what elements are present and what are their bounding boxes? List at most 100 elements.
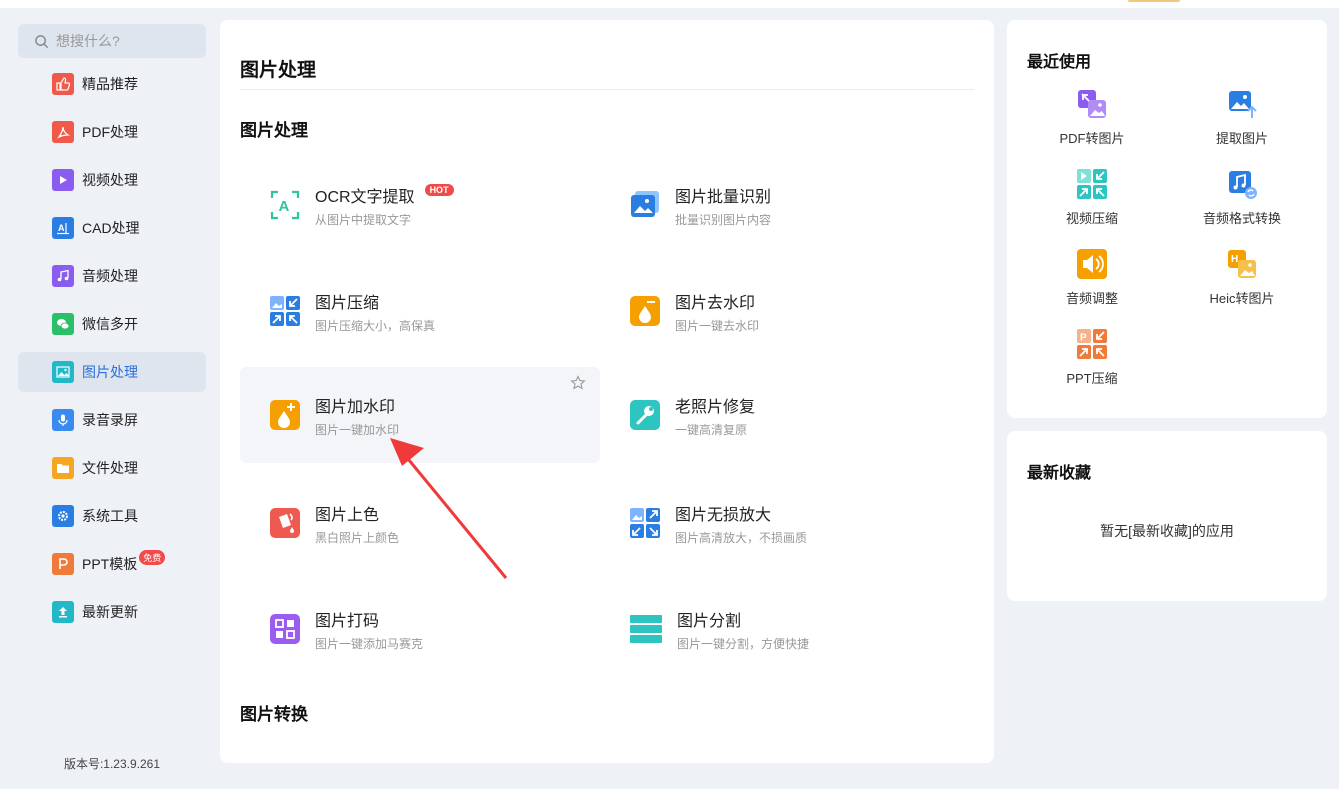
compress-icon [270,296,300,326]
sidebar-item-label: 图片处理 [82,364,138,380]
sidebar-item-label: 录音录屏 [82,412,138,428]
tile-description: 从图片中提取文字 [315,212,412,227]
tool-add-watermark[interactable]: 图片加水印 图片一键加水印 [240,367,600,463]
tile-title: 图片去水印 [675,294,756,312]
recent-item-label: 提取图片 [1215,131,1268,146]
mosaic-icon [270,614,300,644]
recent-item-audio-convert[interactable]: 音频格式转换 [1167,168,1317,227]
tool-compress[interactable]: 图片压缩 图片压缩大小，高保真 [240,263,600,359]
tool-remove-watermark[interactable]: 图片去水印 图片一键去水印 [600,263,960,359]
recent-item-video-compress[interactable]: 视频压缩 [1017,168,1167,227]
tile-description: 图片高清放大，不损画质 [675,530,808,545]
favorites-empty-text: 暂无[最新收藏]的应用 [1100,523,1234,539]
recent-item-heic[interactable]: H Heic转图片 [1167,248,1317,307]
recent-item-audio-adjust[interactable]: 音频调整 [1017,248,1167,307]
tile-description: 图片一键分割，方便快捷 [677,636,810,651]
tile-description: 图片一键添加马赛克 [315,636,424,651]
recent-title: 最近使用 [1027,54,1092,71]
sidebar-item-system[interactable]: 系统工具 [18,496,206,536]
pdf-icon [52,121,74,143]
search-input[interactable]: 想搜什么? [18,24,206,58]
search-placeholder: 想搜什么? [56,33,120,49]
tool-photo-repair[interactable]: 老照片修复 一键高清复原 [600,367,960,463]
mic-icon [52,409,74,431]
pdf-to-image-icon [1078,90,1106,118]
tile-title: 图片分割 [677,612,742,630]
svg-text:A: A [58,223,65,233]
recent-item-ppt-compress[interactable]: P PPT压缩 [1017,328,1167,387]
tool-colorize[interactable]: 图片上色 黑白照片上颜色 [240,475,600,571]
top-accent [1128,0,1180,2]
sidebar-item-video[interactable]: 视频处理 [18,160,206,200]
section-title-conversion: 图片转换 [240,705,308,724]
svg-text:H: H [1231,254,1238,265]
recent-item-label: Heic转图片 [1209,291,1275,306]
sidebar-item-label: 视频处理 [82,172,138,188]
sidebar-item-label: 文件处理 [82,460,138,476]
section-title-processing: 图片处理 [240,121,308,140]
tool-batch-recognize[interactable]: 图片批量识别 批量识别图片内容 [600,157,960,253]
sidebar-item-label: PPT模板 [82,556,138,572]
tile-title: 老照片修复 [675,398,756,416]
sidebar-item-label: CAD处理 [82,220,140,236]
cad-icon: A [52,217,74,239]
ppt-compress-icon: P [1077,329,1107,359]
sidebar-item-label: PDF处理 [82,124,138,140]
ppt-icon [52,553,74,575]
tile-title: 图片上色 [315,506,380,524]
sidebar-item-updates[interactable]: 最新更新 [18,592,206,632]
sidebar-item-ppt[interactable]: PPT模板 免费 [18,544,206,584]
sidebar-nav: 精品推荐 PDF处理 视频处理 A CAD处理 音频处理 微信多开 图片处理 录… [18,64,206,640]
tile-title: 图片无损放大 [675,506,772,524]
ocr-icon: A [270,190,300,220]
colorize-icon [270,508,300,538]
divider [240,89,974,90]
star-icon[interactable] [570,375,586,391]
svg-text:P: P [1080,333,1087,344]
recent-item-label: PDF转图片 [1059,131,1125,146]
sidebar-item-label: 精品推荐 [82,76,138,92]
sidebar-item-label: 系统工具 [82,508,138,524]
split-icon [630,614,662,644]
tile-title: 图片压缩 [315,294,380,312]
sidebar-item-file[interactable]: 文件处理 [18,448,206,488]
tool-mosaic[interactable]: 图片打码 图片一键添加马赛克 [240,581,600,677]
video-compress-icon [1077,169,1107,199]
audio-convert-icon [1229,171,1257,199]
sidebar-item-audio[interactable]: 音频处理 [18,256,206,296]
play-icon [52,169,74,191]
sidebar-item-pdf[interactable]: PDF处理 [18,112,206,152]
sidebar-item-label: 最新更新 [82,604,138,620]
sidebar-item-cad[interactable]: A CAD处理 [18,208,206,248]
sidebar-item-recommended[interactable]: 精品推荐 [18,64,206,104]
tool-split[interactable]: 图片分割 图片一键分割，方便快捷 [600,581,960,677]
recent-panel: 最近使用 PDF转图片 提取图片 视频压缩 音频格式转换 音频调整 H Heic… [1007,20,1327,418]
image-icon [52,361,74,383]
recent-item-label: 音频格式转换 [1202,211,1281,226]
main-panel: 图片处理 图片处理 A OCR文字提取 HOT 从图片中提取文字 图片批量识别 批… [220,20,994,763]
tool-upscale[interactable]: 图片无损放大 图片高清放大，不损画质 [600,475,960,571]
sidebar-item-wechat[interactable]: 微信多开 [18,304,206,344]
recent-item-extract-image[interactable]: 提取图片 [1167,88,1317,147]
sidebar-item-label: 微信多开 [82,316,138,332]
svg-text:A: A [279,198,290,215]
page-title: 图片处理 [240,60,317,81]
photo-repair-icon [630,400,660,430]
tile-description: 图片压缩大小，高保真 [315,318,436,333]
tile-description: 批量识别图片内容 [675,212,772,227]
search-icon [35,34,49,48]
gear-icon [52,505,74,527]
favorites-panel: 最新收藏 暂无[最新收藏]的应用 [1007,431,1327,601]
thumbs-up-icon [52,73,74,95]
tile-title: OCR文字提取 [315,188,415,206]
sidebar-item-image[interactable]: 图片处理 [18,352,206,392]
extract-image-icon [1229,91,1257,118]
upload-icon [52,601,74,623]
tile-description: 图片一键去水印 [675,318,760,333]
hot-badge: HOT [424,183,454,196]
recent-item-pdf-to-image[interactable]: PDF转图片 [1017,88,1167,147]
sidebar-item-record[interactable]: 录音录屏 [18,400,206,440]
recent-item-label: PPT压缩 [1066,371,1118,386]
tool-ocr[interactable]: A OCR文字提取 HOT 从图片中提取文字 [240,157,600,253]
folder-icon [52,457,74,479]
